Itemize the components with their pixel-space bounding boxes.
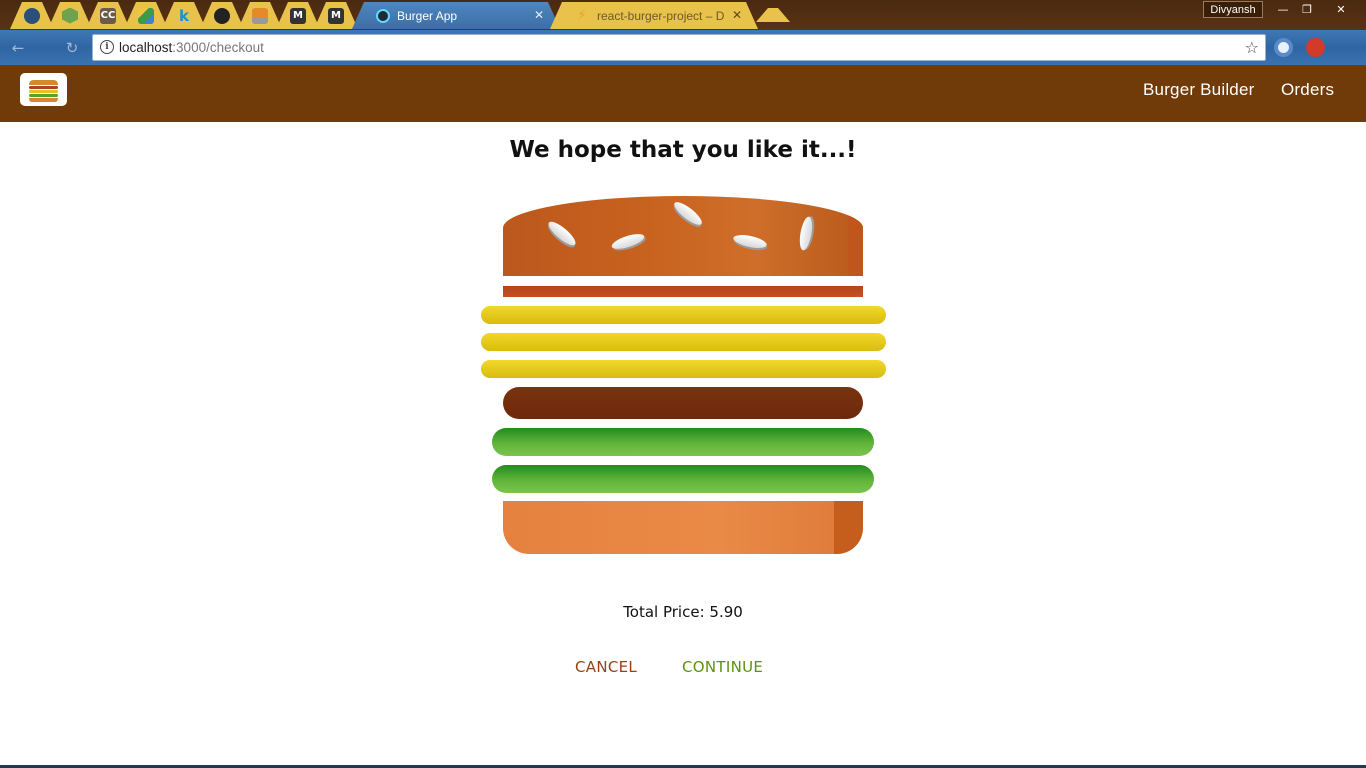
star-icon[interactable]: ☆ [1245, 38, 1259, 57]
browser-tabstrip: CC k M M Burger App ✕ ⚡ react-burger-pro… [0, 0, 1366, 30]
browser-toolbar: ← ↻ i localhost:3000/checkout ☆ [0, 30, 1366, 65]
bread-top [503, 196, 863, 276]
total-price: Total Price: 5.90 [623, 603, 743, 621]
browser-tab[interactable] [48, 2, 92, 29]
browser-tab[interactable] [238, 2, 282, 29]
cancel-button[interactable]: CANCEL [575, 658, 637, 676]
reload-icon[interactable]: ↻ [62, 38, 82, 58]
back-icon[interactable]: ← [8, 38, 28, 58]
ingredient-cheese [481, 360, 886, 378]
ingredient-salad [492, 465, 874, 493]
app-header: Burger Builder Orders [0, 65, 1366, 122]
medium-icon: M [328, 8, 344, 24]
firebase-icon: ⚡ [577, 8, 587, 23]
tab-title: react-burger-project – D [597, 8, 725, 23]
restore-icon[interactable]: ❐ [1294, 0, 1320, 18]
seed [610, 231, 646, 252]
address-bar[interactable]: i localhost:3000/checkout ☆ [92, 34, 1266, 61]
github-icon [214, 8, 230, 24]
stackoverflow-icon [252, 8, 268, 24]
bread-bottom [503, 501, 863, 554]
nav-orders[interactable]: Orders [1281, 80, 1334, 100]
browser-tab[interactable] [10, 2, 54, 29]
continue-button[interactable]: CONTINUE [682, 658, 763, 676]
drive-icon [138, 8, 154, 24]
close-icon[interactable]: ✕ [534, 8, 544, 22]
close-icon[interactable]: ✕ [732, 8, 742, 22]
ingredient-meat [503, 387, 863, 419]
ingredient-salad [492, 428, 874, 456]
ingredient-bacon [503, 286, 863, 297]
seed [671, 198, 705, 229]
browser-tab[interactable] [200, 2, 244, 29]
seed [545, 218, 579, 249]
checkout-heading: We hope that you like it...! [509, 137, 857, 163]
k-icon: k [179, 6, 189, 25]
burger-logo[interactable] [20, 73, 67, 106]
tab-title: Burger App [397, 8, 458, 23]
extension-icon[interactable] [1274, 38, 1293, 57]
close-window-icon[interactable]: ✕ [1326, 0, 1356, 18]
url-text: localhost:3000/checkout [119, 40, 264, 55]
profile-button[interactable]: Divyansh [1203, 1, 1263, 18]
browser-tab[interactable]: k [162, 2, 206, 29]
medium-icon: M [290, 8, 306, 24]
tab-burger-app[interactable]: Burger App ✕ [352, 2, 560, 29]
tab-react-burger-project[interactable]: ⚡ react-burger-project – D ✕ [550, 2, 758, 29]
browser-tab[interactable]: CC [86, 2, 130, 29]
browser-tab[interactable]: M [314, 2, 358, 29]
nav-burger-builder[interactable]: Burger Builder [1143, 80, 1254, 100]
info-icon[interactable]: i [100, 40, 114, 54]
ingredient-cheese [481, 333, 886, 351]
bird-icon [24, 8, 40, 24]
react-icon [376, 9, 390, 23]
extension-icon[interactable] [1306, 38, 1325, 57]
cc-icon: CC [100, 8, 116, 24]
seed [732, 232, 768, 251]
new-tab-button[interactable] [756, 8, 790, 22]
seed [797, 215, 815, 252]
ingredient-cheese [481, 306, 886, 324]
browser-tab[interactable]: M [276, 2, 320, 29]
minimize-icon[interactable]: — [1270, 0, 1296, 18]
nodejs-icon [62, 8, 78, 24]
browser-tab[interactable] [124, 2, 168, 29]
